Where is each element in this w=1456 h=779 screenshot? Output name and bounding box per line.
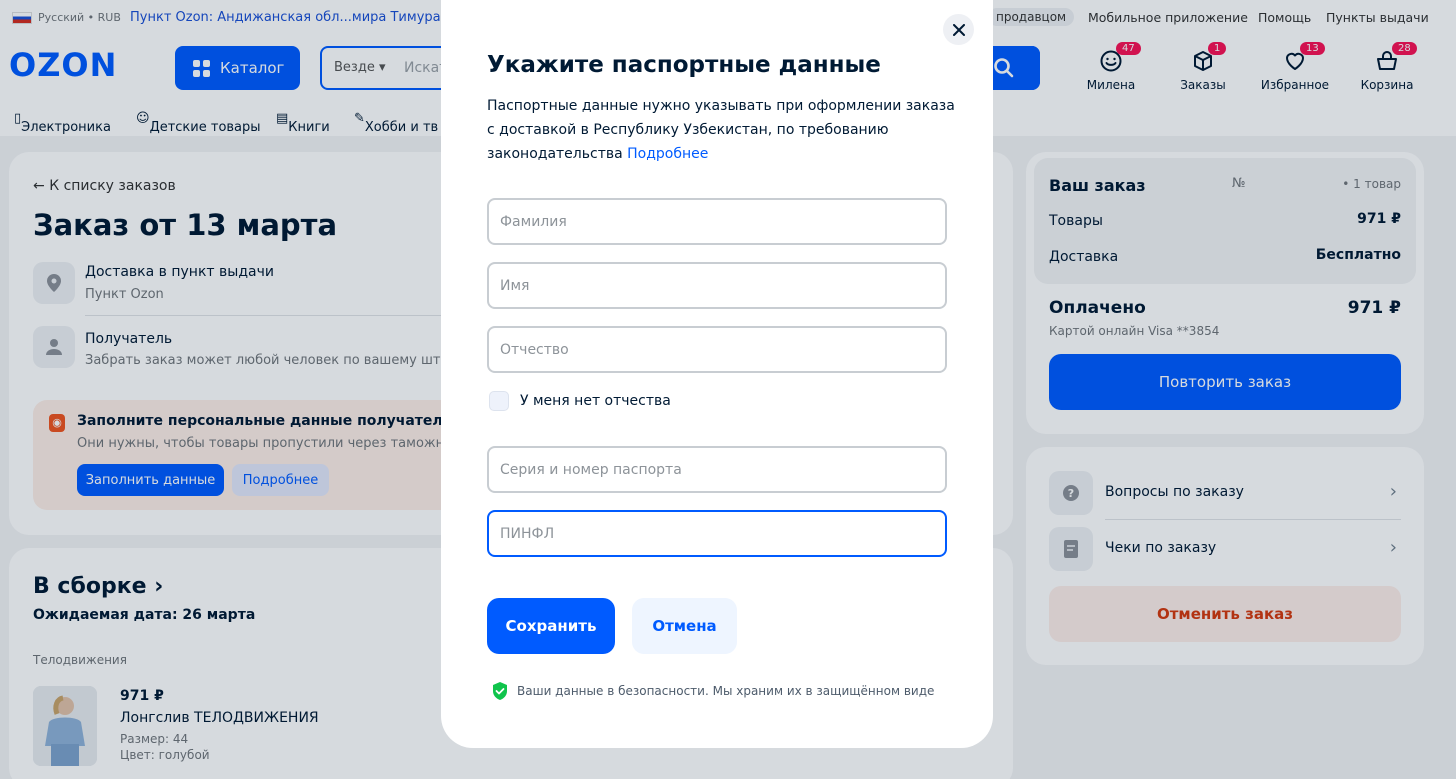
patronymic-field[interactable] [487, 326, 947, 373]
passport-number-input[interactable] [500, 461, 945, 478]
no-patronymic-label: У меня нет отчества [520, 393, 671, 409]
name-field[interactable] [487, 262, 947, 309]
no-patronymic-option[interactable]: У меня нет отчества [489, 391, 671, 411]
modal-title: Укажите паспортные данные [487, 52, 881, 78]
no-patronymic-checkbox[interactable] [489, 391, 509, 411]
more-info-link[interactable]: Подробнее [627, 146, 708, 162]
surname-input[interactable] [500, 213, 945, 230]
surname-field[interactable] [487, 198, 947, 245]
shield-check-icon [493, 682, 507, 700]
passport-number-field[interactable] [487, 446, 947, 493]
cancel-button[interactable]: Отмена [632, 598, 737, 654]
security-note-text: Ваши данные в безопасности. Мы храним их… [517, 684, 935, 698]
close-icon [952, 23, 965, 36]
security-note: Ваши данные в безопасности. Мы храним их… [491, 681, 934, 701]
modal-description: Паспортные данные нужно указывать при оф… [487, 94, 957, 166]
pinfl-field[interactable] [487, 510, 947, 557]
passport-data-modal: Укажите паспортные данные Паспортные дан… [441, 0, 993, 748]
name-input[interactable] [500, 277, 945, 294]
description-text: Паспортные данные нужно указывать при оф… [487, 98, 955, 162]
pinfl-input[interactable] [500, 525, 945, 542]
patronymic-input[interactable] [500, 341, 945, 358]
close-button[interactable] [943, 14, 974, 45]
save-button[interactable]: Сохранить [487, 598, 615, 654]
